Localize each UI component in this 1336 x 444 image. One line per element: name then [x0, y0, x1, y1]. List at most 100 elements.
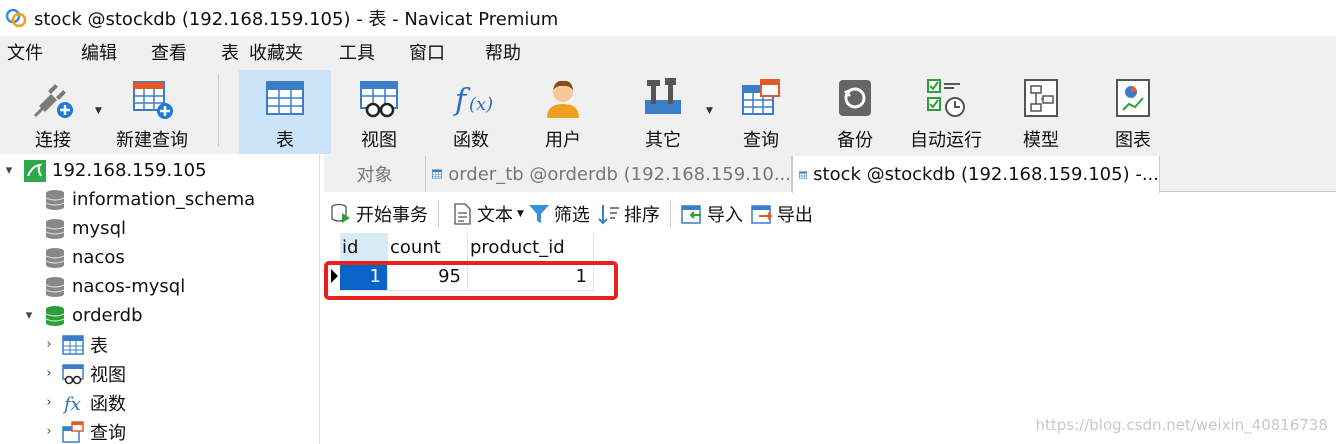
database-icon	[44, 189, 66, 211]
table-icon	[62, 334, 84, 356]
filter-label: 筛选	[553, 205, 590, 226]
menu-favorites[interactable]: 收藏夹	[249, 39, 303, 65]
connect-label: 连接	[35, 130, 71, 151]
document-icon	[451, 203, 473, 225]
chart-button[interactable]: 图表	[1100, 70, 1166, 154]
menu-edit[interactable]: 编辑	[81, 39, 117, 65]
table-icon	[432, 169, 443, 179]
filter-button[interactable]: 筛选	[528, 201, 590, 227]
menu-view[interactable]: 查看	[151, 39, 187, 65]
other-button[interactable]: 其它	[628, 70, 698, 154]
tab-label: order_tb @orderdb (192.168.159.10...	[448, 163, 791, 185]
chart-label: 图表	[1115, 130, 1151, 151]
other-label: 其它	[645, 130, 681, 151]
database-icon	[44, 218, 66, 240]
filter-icon	[528, 203, 550, 225]
export-label: 导出	[776, 205, 813, 226]
database-name: information_schema	[72, 189, 256, 210]
chevron-right-icon[interactable]: ›	[42, 395, 56, 410]
chart-icon	[1111, 76, 1155, 120]
table-icon	[799, 170, 808, 179]
menu-table[interactable]: 表	[221, 39, 239, 65]
database-name: nacos-mysql	[72, 276, 186, 297]
tab-stock[interactable]: stock @stockdb (192.168.159.105) -...	[792, 156, 1160, 193]
database-open-icon	[44, 305, 66, 327]
tab-label: stock @stockdb (192.168.159.105) -...	[813, 164, 1159, 185]
automation-icon	[924, 76, 968, 120]
function-icon: f (x)	[449, 76, 493, 120]
column-header-count[interactable]: count	[388, 233, 468, 261]
chevron-right-icon[interactable]: ›	[42, 366, 56, 381]
export-button[interactable]: 导出	[751, 201, 813, 227]
backup-icon	[833, 76, 877, 120]
sort-button[interactable]: 排序	[598, 201, 660, 227]
new-query-button[interactable]: 新建查询	[112, 70, 192, 154]
table-label: 表	[276, 130, 294, 151]
text-button[interactable]: 文本 ▼	[451, 201, 524, 227]
tab-order-tb[interactable]: order_tb @orderdb (192.168.159.10...	[426, 156, 792, 192]
query-icon	[739, 76, 783, 120]
chevron-down-icon[interactable]: ▾	[2, 163, 16, 178]
tree-db-information-schema[interactable]: information_schema	[44, 185, 255, 214]
window-title: stock @stockdb (192.168.159.105) - 表 - N…	[34, 9, 559, 30]
chevron-right-icon[interactable]: ›	[42, 337, 56, 352]
menu-window[interactable]: 窗口	[409, 39, 445, 65]
begin-transaction-label: 开始事务	[356, 205, 428, 226]
function-icon: fx	[62, 392, 84, 414]
tab-objects[interactable]: 对象	[324, 156, 426, 192]
database-icon	[44, 276, 66, 298]
tree-orderdb-queries[interactable]: › 查询	[42, 417, 126, 444]
menu-help[interactable]: 帮助	[485, 39, 521, 65]
database-name: orderdb	[72, 305, 143, 326]
svg-text:(x): (x)	[469, 94, 493, 115]
function-button[interactable]: f (x) 函数	[438, 70, 504, 154]
tree-orderdb-views[interactable]: › 视图	[42, 359, 126, 388]
column-header-product-id[interactable]: product_id	[468, 233, 594, 261]
text-dropdown-arrow-icon[interactable]: ▼	[517, 209, 524, 219]
tree-node-label: 表	[90, 335, 108, 357]
connect-dropdown-arrow-icon[interactable]: ▼	[95, 106, 102, 116]
tree-db-nacos-mysql[interactable]: nacos-mysql	[44, 272, 185, 301]
backup-label: 备份	[837, 130, 873, 151]
chevron-right-icon[interactable]: ›	[42, 424, 56, 439]
tree-orderdb-tables[interactable]: › 表	[42, 330, 108, 359]
database-name: mysql	[72, 218, 126, 239]
column-header-id[interactable]: id	[340, 233, 388, 261]
tree-db-nacos[interactable]: nacos	[44, 243, 125, 272]
menu-file[interactable]: 文件	[7, 39, 43, 65]
tree-connection[interactable]: ▾ 192.168.159.105	[2, 156, 207, 185]
mysql-connection-icon	[24, 159, 46, 182]
other-dropdown-arrow-icon[interactable]: ▼	[706, 106, 713, 116]
view-button[interactable]: 视图	[344, 70, 414, 154]
tree-orderdb-functions[interactable]: › fx 函数	[42, 388, 126, 417]
model-button[interactable]: 模型	[1008, 70, 1074, 154]
database-name: nacos	[72, 247, 125, 268]
database-icon	[44, 247, 66, 269]
table-button[interactable]: 表	[239, 70, 331, 154]
query-button[interactable]: 查询	[728, 70, 794, 154]
tree-node-label: 视图	[90, 364, 126, 386]
red-annotation-box	[324, 261, 618, 300]
toolbar-separator	[438, 201, 439, 227]
watermark: https://blog.csdn.net/weixin_40816738	[1035, 416, 1328, 434]
tree-db-orderdb[interactable]: ▾ orderdb	[22, 301, 143, 330]
tools-icon	[641, 76, 685, 120]
user-button[interactable]: 用户	[530, 70, 596, 154]
navicat-logo-icon	[5, 8, 27, 28]
menu-tools[interactable]: 工具	[339, 39, 375, 65]
query-icon	[62, 420, 84, 443]
model-label: 模型	[1023, 130, 1059, 151]
main-toolbar: 连接 ▼ 新建查询 表 视图 f (x) 函数 用户 其它 ▼ 查询 备份 自动…	[0, 68, 1336, 154]
import-button[interactable]: 导入	[681, 201, 743, 227]
model-icon	[1019, 76, 1063, 120]
import-icon	[681, 203, 703, 225]
backup-button[interactable]: 备份	[822, 70, 888, 154]
user-label: 用户	[545, 130, 581, 151]
tree-db-mysql[interactable]: mysql	[44, 214, 126, 243]
chevron-down-icon[interactable]: ▾	[22, 308, 36, 323]
automation-button[interactable]: 自动运行	[906, 70, 986, 154]
connect-button[interactable]: 连接	[22, 70, 84, 154]
query-label: 查询	[743, 130, 779, 151]
begin-transaction-button[interactable]: 开始事务	[330, 201, 428, 227]
toolbar-separator	[669, 201, 671, 227]
